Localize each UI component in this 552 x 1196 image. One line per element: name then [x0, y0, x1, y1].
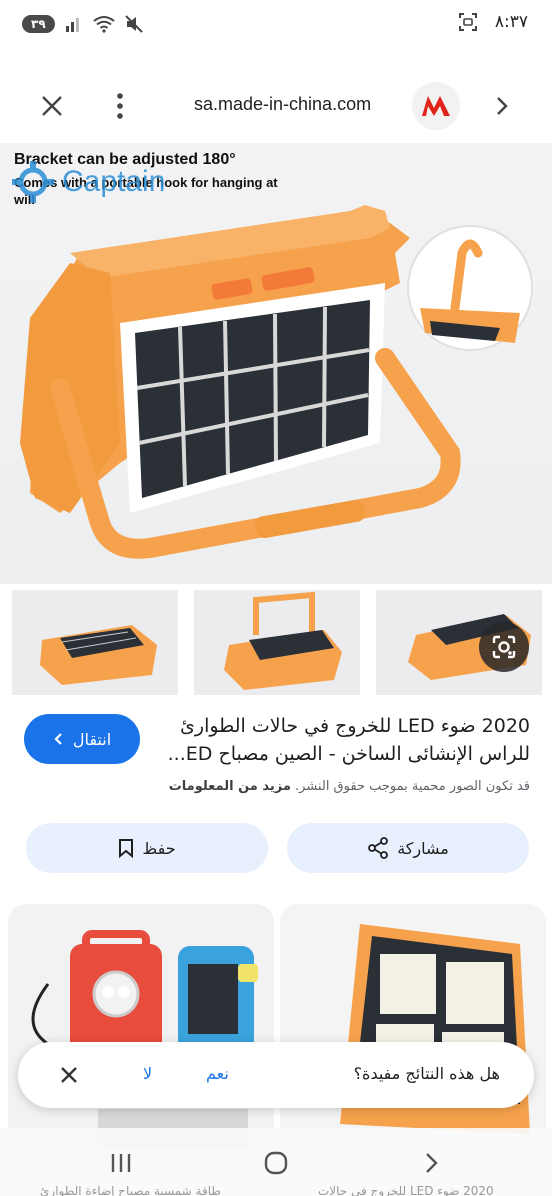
close-icon: [42, 96, 62, 116]
copyright-notice: قد تكون الصور محمية بموجب حقوق النشر. مز…: [169, 779, 530, 794]
feedback-close-button[interactable]: [58, 1064, 80, 1086]
related-result-1-image: [31, 930, 258, 1149]
result-title-line2: للراس الإنشائى الساخن - الصين مصباح ED..…: [167, 743, 530, 765]
more-options-button[interactable]: [112, 90, 128, 122]
share-button-label: مشاركة: [397, 838, 449, 858]
back-button[interactable]: [414, 1146, 448, 1180]
google-lens-button[interactable]: [479, 622, 529, 672]
forward-button[interactable]: [490, 92, 514, 120]
close-icon: [61, 1067, 77, 1083]
share-button[interactable]: مشاركة: [287, 823, 529, 873]
related-result-1-caption: طاقة شمسية مصباح إضاءة الطوارئ: [40, 1184, 221, 1196]
bookmark-icon: [119, 839, 134, 858]
related-result-2-image: [340, 924, 530, 1134]
watermark-text: Captain: [62, 165, 166, 198]
lens-icon: [492, 635, 516, 659]
recent-apps-button[interactable]: [104, 1146, 138, 1180]
made-in-china-logo-icon: [422, 96, 450, 116]
screenshot-icon: [457, 12, 479, 32]
thumbnail-2[interactable]: [194, 590, 360, 695]
related-result-1[interactable]: [8, 904, 274, 1164]
recent-apps-icon: [111, 1154, 131, 1172]
chevron-right-icon: [497, 97, 508, 115]
save-button-label: حفظ: [142, 838, 176, 858]
result-title[interactable]: 2020 ضوء LED للخروج في حالات الطوارئ للر…: [160, 712, 530, 768]
chevron-right-icon: [426, 1153, 438, 1173]
share-icon: [368, 837, 389, 859]
browser-toolbar: sa.made-in-china.com: [0, 78, 552, 134]
status-left: ٣٩: [22, 14, 145, 34]
mute-icon: [123, 14, 145, 34]
thumbnail-1-image: [40, 625, 157, 685]
status-right: ٨:٣٧: [457, 12, 528, 32]
kebab-menu-icon: [117, 93, 123, 119]
page-url[interactable]: sa.made-in-china.com: [194, 94, 371, 115]
hook-inset: [407, 225, 533, 351]
save-button[interactable]: حفظ: [26, 823, 268, 873]
copyright-text: قد تكون الصور محمية بموجب حقوق النشر.: [295, 779, 530, 794]
battery-indicator: ٣٩: [22, 15, 55, 33]
wifi-icon: [93, 14, 115, 34]
home-icon: [264, 1151, 288, 1175]
thumbnail-1[interactable]: [12, 590, 178, 695]
feedback-no-button[interactable]: لا: [143, 1064, 152, 1083]
clock: ٨:٣٧: [494, 12, 528, 32]
hero-image[interactable]: Bracket can be adjusted 180° Comes with …: [0, 143, 552, 584]
home-button[interactable]: [259, 1146, 293, 1180]
related-result-2[interactable]: [280, 904, 546, 1164]
status-bar: ٣٩ ٨:٣٧: [0, 0, 552, 52]
brand-watermark: Captain: [10, 159, 165, 205]
signal-icon: [63, 14, 85, 34]
chevron-left-icon: [54, 733, 62, 745]
result-title-line1: 2020 ضوء LED للخروج في حالات الطوارئ: [180, 715, 530, 737]
gear-logo-icon: [12, 161, 54, 203]
more-info-link[interactable]: مزيد من المعلومات: [169, 779, 291, 794]
visit-button-label: انتقال: [72, 729, 112, 749]
site-logo: [412, 82, 460, 130]
feedback-prompt: لا نعم هل هذه النتائج مفيدة؟: [18, 1042, 534, 1108]
feedback-question: هل هذه النتائج مفيدة؟: [353, 1064, 500, 1083]
feedback-yes-button[interactable]: نعم: [206, 1064, 229, 1083]
related-result-2-caption: 2020 ضوء LED للخروج في حالات: [318, 1184, 494, 1196]
thumbnail-strip: [12, 590, 542, 695]
visit-button[interactable]: انتقال: [24, 714, 140, 764]
close-button[interactable]: [36, 90, 68, 122]
thumbnail-2-image: [224, 591, 342, 690]
solar-flood-light-illustration: [20, 205, 533, 559]
